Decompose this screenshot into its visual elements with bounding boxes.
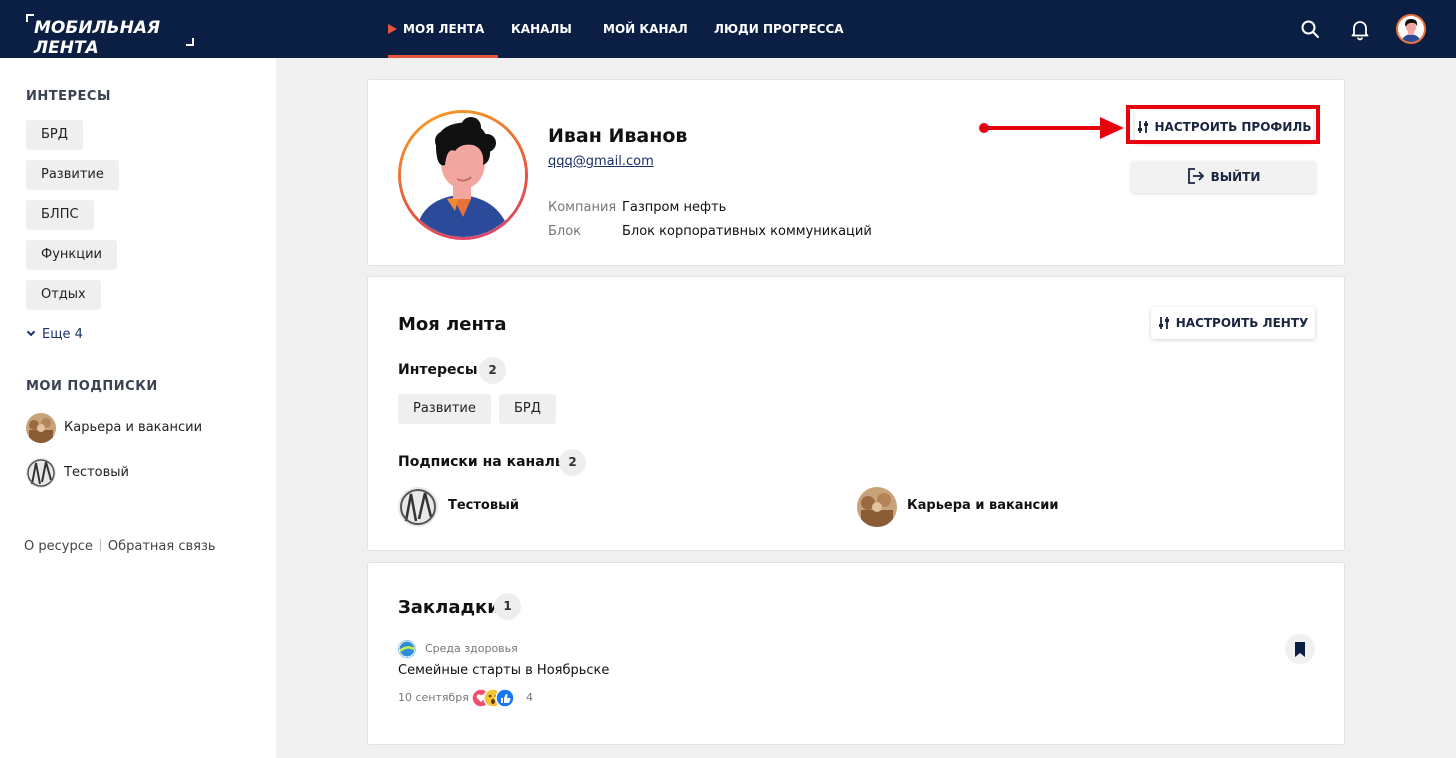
- logout-icon: [1187, 168, 1204, 184]
- career-channel-avatar: [857, 487, 897, 527]
- bookmark-toggle-button[interactable]: [1285, 634, 1315, 664]
- sidebar-footer-links: О ресурсе Обратная связь: [24, 539, 216, 554]
- nav-item-label: МОЙ КАНАЛ: [603, 22, 688, 36]
- chevron-down-icon: [26, 327, 36, 337]
- my-feed-title: Моя лента: [398, 314, 507, 335]
- bookmarks-title: Закладки: [398, 597, 500, 618]
- sidebar-interest-chip[interactable]: БРД: [26, 120, 83, 150]
- show-more-label: Еще 4: [42, 327, 83, 342]
- feed-channel-label: Карьера и вакансии: [907, 498, 1059, 513]
- feedback-link[interactable]: Обратная связь: [108, 539, 216, 554]
- logo-corner-top-left: [26, 14, 34, 22]
- sidebar-subscription-label: Карьера и вакансии: [64, 420, 203, 435]
- annotation-arrow: [979, 117, 1124, 139]
- interests-count-badge: 2: [479, 357, 506, 384]
- block-label: Блок: [548, 224, 582, 239]
- feed-channel-label: Тестовый: [448, 498, 519, 513]
- bookmarks-card: Закладки 1 Среда здоровья Семейные старт…: [367, 562, 1345, 745]
- source-channel-icon: [398, 640, 416, 658]
- nav-item-label: ЛЮДИ ПРОГРЕССА: [714, 22, 844, 36]
- reactions-count: 4: [526, 691, 533, 704]
- profile-email-link[interactable]: qqq@gmail.com: [548, 154, 654, 169]
- company-value: Газпром нефть: [622, 200, 727, 215]
- nav-item-people-of-progress[interactable]: ЛЮДИ ПРОГРЕССА: [714, 0, 844, 58]
- block-value: Блок корпоративных коммуникаций: [622, 224, 872, 239]
- career-channel-avatar: [26, 413, 56, 443]
- sidebar-interest-chip[interactable]: БЛПС: [26, 200, 94, 230]
- user-avatar[interactable]: [1396, 14, 1426, 44]
- company-label: Компания: [548, 200, 617, 215]
- bookmark-icon: [1295, 642, 1305, 657]
- nav-item-channels[interactable]: КАНАЛЫ: [511, 0, 572, 58]
- top-navigation-bar: МОБИЛЬНАЯ ЛЕНТА МОЯ ЛЕНТА КАНАЛЫ МОЙ КАН…: [0, 0, 1456, 58]
- footer-divider: [99, 539, 101, 551]
- logout-label: ВЫЙТИ: [1210, 170, 1261, 184]
- nav-item-label: КАНАЛЫ: [511, 22, 572, 36]
- sidebar: ИНТЕРЕСЫ БРД Развитие БЛПС Функции Отдых…: [0, 58, 276, 758]
- about-link[interactable]: О ресурсе: [24, 539, 93, 554]
- channels-count-badge: 2: [559, 449, 586, 476]
- sidebar-subscription-label: Тестовый: [64, 465, 129, 480]
- logo[interactable]: МОБИЛЬНАЯ ЛЕНТА: [26, 14, 194, 58]
- setup-feed-button[interactable]: НАСТРОИТЬ ЛЕНТУ: [1151, 307, 1315, 339]
- show-more-interests-link[interactable]: Еще 4: [26, 327, 83, 342]
- sidebar-subscriptions-title: МОИ ПОДПИСКИ: [26, 379, 158, 394]
- test-channel-avatar: [26, 458, 56, 488]
- logo-corner-bottom-right: [186, 38, 194, 46]
- sidebar-interests-title: ИНТЕРЕСЫ: [26, 89, 111, 104]
- reactions-icons[interactable]: [471, 687, 521, 709]
- sidebar-interest-chip[interactable]: Отдых: [26, 280, 101, 310]
- nav-item-label: МОЯ ЛЕНТА: [403, 22, 485, 36]
- profile-name: Иван Иванов: [548, 125, 688, 147]
- setup-feed-label: НАСТРОИТЬ ЛЕНТУ: [1175, 316, 1309, 330]
- profile-avatar[interactable]: [398, 110, 528, 240]
- feed-channels-label: Подписки на каналы: [398, 454, 568, 470]
- feed-interest-chip[interactable]: БРД: [499, 394, 556, 424]
- my-feed-card: Моя лента НАСТРОИТЬ ЛЕНТУ Интересы 2 Раз…: [367, 276, 1345, 551]
- logo-text: МОБИЛЬНАЯ ЛЕНТА: [34, 18, 161, 58]
- sliders-icon: [1158, 317, 1169, 329]
- bookmark-title-link[interactable]: Семейные старты в Ноябрьске: [398, 663, 609, 678]
- bookmark-date: 10 сентября: [398, 691, 469, 704]
- bookmark-source-label: Среда здоровья: [425, 642, 518, 655]
- play-triangle-icon: [388, 24, 397, 34]
- feed-interests-label: Интересы: [398, 362, 478, 378]
- sidebar-interest-chip[interactable]: Развитие: [26, 160, 119, 190]
- test-channel-avatar: [398, 487, 438, 527]
- sidebar-interest-chip[interactable]: Функции: [26, 240, 117, 270]
- bookmarks-count-badge: 1: [494, 593, 521, 620]
- search-icon[interactable]: [1298, 17, 1322, 41]
- feed-interest-chip[interactable]: Развитие: [398, 394, 491, 424]
- logout-button[interactable]: ВЫЙТИ: [1131, 161, 1316, 193]
- bell-icon[interactable]: [1348, 17, 1372, 41]
- nav-item-my-feed[interactable]: МОЯ ЛЕНТА: [388, 0, 499, 58]
- nav-item-my-channel[interactable]: МОЙ КАНАЛ: [603, 0, 688, 58]
- annotation-highlight-box: [1126, 105, 1320, 144]
